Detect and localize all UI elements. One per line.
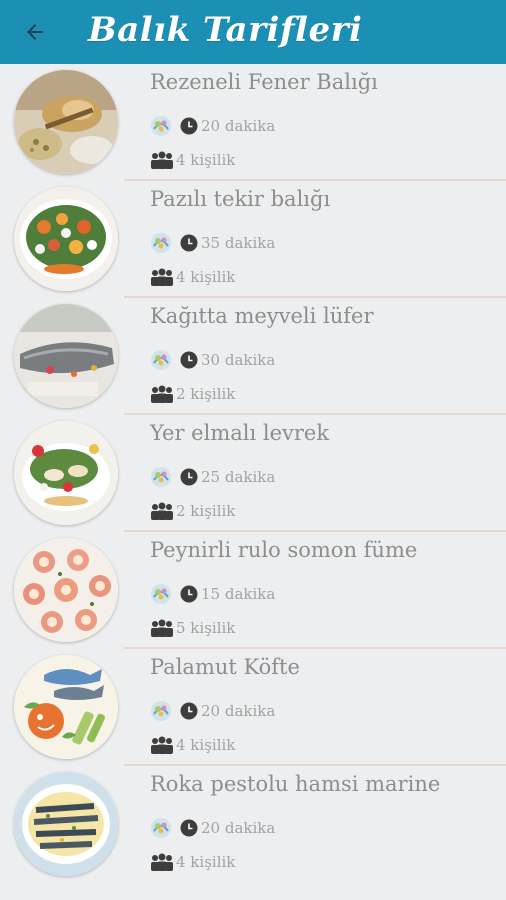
page-title: Balık Tarifleri (88, 10, 363, 50)
servings: 4 kişilik (176, 853, 236, 871)
people-icon (151, 502, 173, 520)
recipe-name: Rezeneli Fener Balığı (150, 70, 378, 94)
recipe-row[interactable]: Palamut Köfte 20 dakika 4 kişilik (0, 649, 506, 766)
recipe-badge-icon (151, 584, 171, 604)
recipe-thumbnail (14, 187, 118, 291)
people-icon (151, 853, 173, 871)
cook-time: 30 dakika (201, 351, 276, 369)
cook-time: 20 dakika (201, 117, 276, 135)
cook-time: 35 dakika (201, 234, 276, 252)
recipe-thumbnail (14, 421, 118, 525)
recipe-thumbnail (14, 304, 118, 408)
recipe-name: Roka pestolu hamsi marine (150, 772, 441, 796)
app-bar: Balık Tarifleri (0, 0, 506, 64)
cook-time: 20 dakika (201, 702, 276, 720)
recipe-row[interactable]: Pazılı tekir balığı 35 dakika 4 kişilik (0, 181, 506, 298)
clock-icon (180, 351, 198, 369)
cook-time: 25 dakika (201, 468, 276, 486)
recipe-row[interactable]: Rezeneli Fener Balığı 20 dakika 4 kişili… (0, 64, 506, 181)
recipe-badge-icon (151, 116, 171, 136)
people-icon (151, 268, 173, 286)
recipe-row[interactable]: Roka pestolu hamsi marine 20 dakika 4 ki… (0, 766, 506, 883)
recipe-thumbnail (14, 772, 118, 876)
recipe-row[interactable]: Peynirli rulo somon füme 15 dakika 5 kiş… (0, 532, 506, 649)
cook-time: 20 dakika (201, 819, 276, 837)
cook-time: 15 dakika (201, 585, 276, 603)
recipe-thumbnail (14, 538, 118, 642)
clock-icon (180, 117, 198, 135)
recipe-list: Rezeneli Fener Balığı 20 dakika 4 kişili… (0, 64, 506, 883)
people-icon (151, 385, 173, 403)
recipe-name: Yer elmalı levrek (150, 421, 330, 445)
recipe-badge-icon (151, 350, 171, 370)
arrow-left-icon (27, 24, 43, 40)
recipe-thumbnail (14, 70, 118, 174)
clock-icon (180, 234, 198, 252)
recipe-thumbnail (14, 655, 118, 759)
servings: 5 kişilik (176, 619, 236, 637)
people-icon (151, 151, 173, 169)
servings: 4 kişilik (176, 268, 236, 286)
servings: 4 kişilik (176, 736, 236, 754)
servings: 2 kişilik (176, 385, 236, 403)
clock-icon (180, 585, 198, 603)
recipe-badge-icon (151, 701, 171, 721)
recipe-name: Pazılı tekir balığı (150, 187, 331, 211)
clock-icon (180, 702, 198, 720)
clock-icon (180, 468, 198, 486)
recipe-name: Kağıtta meyveli lüfer (150, 304, 374, 328)
servings: 2 kişilik (176, 502, 236, 520)
recipe-badge-icon (151, 233, 171, 253)
recipe-badge-icon (151, 818, 171, 838)
recipe-name: Peynirli rulo somon füme (150, 538, 418, 562)
clock-icon (180, 819, 198, 837)
servings: 4 kişilik (176, 151, 236, 169)
recipe-badge-icon (151, 467, 171, 487)
recipe-row[interactable]: Yer elmalı levrek 25 dakika 2 kişilik (0, 415, 506, 532)
back-button[interactable] (0, 0, 70, 64)
people-icon (151, 736, 173, 754)
recipe-name: Palamut Köfte (150, 655, 300, 679)
recipe-row[interactable]: Kağıtta meyveli lüfer 30 dakika 2 kişili… (0, 298, 506, 415)
people-icon (151, 619, 173, 637)
